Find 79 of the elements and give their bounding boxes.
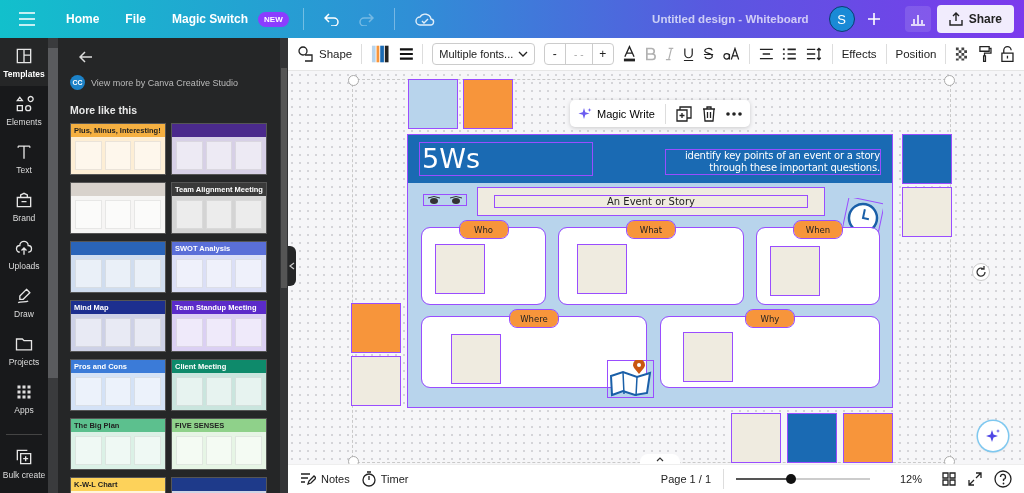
- letter-case-icon[interactable]: [723, 47, 740, 61]
- undo-icon[interactable]: [323, 12, 340, 26]
- sparkle-icon: [985, 428, 1001, 444]
- document-title[interactable]: Untitled design - Whiteboard: [652, 13, 809, 25]
- question-label[interactable]: Why: [746, 310, 794, 327]
- timer-button[interactable]: Timer: [361, 471, 409, 487]
- chevron-up-icon: [656, 456, 664, 462]
- rail-tab[interactable]: Brand: [0, 182, 48, 230]
- map-pin-icon[interactable]: [607, 360, 654, 398]
- font-dropdown[interactable]: Multiple fonts...: [432, 43, 535, 65]
- template-thumbnail[interactable]: [70, 241, 166, 293]
- magic-assistant-button[interactable]: [978, 421, 1008, 451]
- board-subtitle[interactable]: identify key points of an event or a story through these important questions.: [666, 150, 880, 174]
- eyes-icon[interactable]: [424, 195, 466, 205]
- creator-link[interactable]: View more by Canva Creative Studio: [91, 77, 238, 88]
- more-icon[interactable]: [725, 111, 742, 116]
- increase-size-button[interactable]: +: [592, 44, 613, 64]
- cloud-icon[interactable]: [414, 12, 435, 26]
- rail-tab[interactable]: Projects: [0, 326, 48, 374]
- strikethrough-icon[interactable]: [703, 46, 715, 62]
- board-background[interactable]: 5Ws identify key points of an event or a story through these important questions. An Event or Story Who What When Where Why: [408, 135, 892, 407]
- section-title: More like this: [70, 104, 139, 116]
- bar-chart-icon: [909, 12, 926, 26]
- share-button[interactable]: Share: [936, 5, 1014, 33]
- notes-button[interactable]: Notes: [300, 472, 350, 486]
- new-badge: NEW: [258, 11, 289, 27]
- paint-roller-icon[interactable]: [979, 45, 993, 63]
- align-center-icon[interactable]: [758, 47, 774, 61]
- shape-icon: [298, 46, 314, 62]
- board-title[interactable]: 5Ws: [420, 143, 592, 175]
- shape-button[interactable]: Shape: [298, 46, 353, 62]
- magic-write-button[interactable]: Magic Write: [578, 106, 655, 121]
- unlock-icon[interactable]: [1001, 45, 1014, 63]
- show-pages-handle[interactable]: [640, 454, 680, 464]
- duplicate-icon[interactable]: [675, 105, 692, 122]
- trash-icon[interactable]: [701, 105, 716, 122]
- question-label[interactable]: When: [794, 221, 842, 238]
- chevron-left-icon: [289, 262, 295, 270]
- position-button[interactable]: Position: [895, 48, 937, 60]
- rail-tab[interactable]: Uploads: [0, 230, 48, 278]
- collapse-panel-handle[interactable]: [288, 246, 296, 286]
- fullscreen-icon[interactable]: [968, 472, 982, 486]
- stopwatch-icon: [361, 471, 376, 487]
- rail-icon: [14, 93, 34, 114]
- question-label[interactable]: What: [627, 221, 675, 238]
- list-icon[interactable]: [782, 47, 798, 61]
- analytics-button[interactable]: [904, 6, 931, 32]
- template-thumbnail[interactable]: [171, 123, 267, 175]
- text-color-icon[interactable]: [622, 45, 636, 63]
- upload-icon: [948, 12, 963, 26]
- underline-icon[interactable]: [683, 46, 695, 62]
- rail-tab[interactable]: Apps: [0, 374, 48, 422]
- chevron-down-icon: [517, 51, 528, 57]
- notes-icon: [300, 472, 316, 486]
- zoom-slider-thumb[interactable]: [785, 474, 796, 484]
- page-indicator[interactable]: Page 1 / 1: [660, 473, 711, 485]
- rail-tab[interactable]: Draw: [0, 278, 48, 326]
- decrease-size-button[interactable]: -: [544, 44, 565, 64]
- question-label[interactable]: Where: [510, 310, 558, 327]
- rail-tab[interactable]: Elements: [0, 86, 48, 134]
- color-swatch-icon[interactable]: [371, 44, 390, 64]
- user-avatar[interactable]: S: [828, 6, 855, 32]
- rail-tab[interactable]: Text: [0, 134, 48, 182]
- back-arrow-icon[interactable]: [79, 51, 93, 63]
- grid-view-icon[interactable]: [942, 472, 956, 486]
- zoom-percentage[interactable]: 12%: [882, 473, 922, 485]
- rotate-icon[interactable]: [972, 263, 990, 281]
- whiteboard-canvas[interactable]: Magic Write 5Ws identify key points of an event or a story through these important questions. An Event or Story Who What When Where Why: [288, 71, 1024, 464]
- effects-button[interactable]: Effects: [841, 48, 877, 60]
- help-icon[interactable]: [994, 470, 1012, 488]
- line-spacing-icon[interactable]: [806, 47, 823, 61]
- rail-tab[interactable]: Bulk create: [0, 439, 48, 487]
- topic-text[interactable]: An Event or Story: [495, 196, 807, 207]
- question-label[interactable]: Who: [459, 221, 508, 238]
- border-style-icon[interactable]: [398, 47, 414, 61]
- add-icon[interactable]: [866, 12, 881, 26]
- rail-tab[interactable]: Templates: [0, 38, 48, 86]
- template-thumbnail[interactable]: [70, 182, 166, 234]
- scrollbar[interactable]: [48, 38, 58, 493]
